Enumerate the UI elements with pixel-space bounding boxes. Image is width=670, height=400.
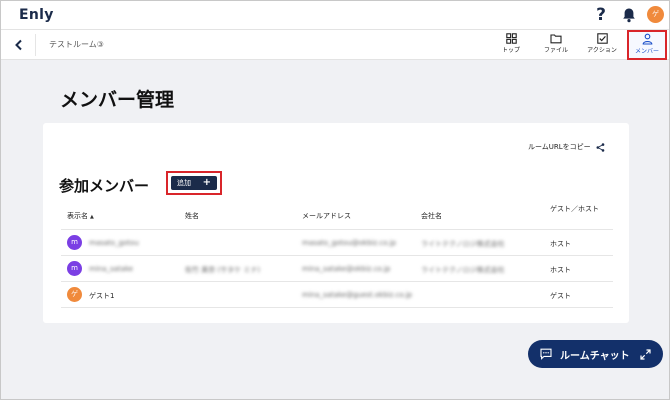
add-member-button[interactable]: 追加 + [171, 176, 217, 190]
nav-tab-members[interactable]: メンバー [627, 30, 667, 60]
user-avatar[interactable]: ゲ [647, 6, 664, 23]
page-title: メンバー管理 [60, 89, 175, 111]
role-cell: ホスト [550, 266, 571, 274]
copy-room-url-label: ルームURLをコピー [528, 143, 591, 151]
help-icon[interactable]: ? [593, 4, 609, 26]
share-icon [596, 142, 605, 152]
display-name-cell: ゲスト1 [89, 292, 115, 300]
column-display-name[interactable]: 表示名 ▲ [67, 211, 94, 221]
section-title: 参加メンバー [59, 177, 150, 195]
divider [35, 34, 36, 56]
email-cell: mina_satake@guest.okbiz.co.jp [302, 291, 413, 299]
email-cell: masato_gotou@okbiz.co.jp [302, 239, 397, 247]
add-button-highlight: 追加 + [166, 171, 222, 195]
nav-tab-files[interactable]: ファイル [536, 32, 576, 58]
nav-tab-label: アクション [587, 47, 617, 54]
table-header: 表示名 ▲ 姓名 メールアドレス 会社名 ゲスト／ホスト [61, 203, 613, 230]
room-chat-button[interactable]: ルームチャット [528, 340, 663, 368]
members-table: 表示名 ▲ 姓名 メールアドレス 会社名 ゲスト／ホスト m masato_got… [61, 203, 613, 308]
nav-tab-label: トップ [501, 47, 520, 54]
nav-tab-actions[interactable]: アクション [582, 32, 622, 58]
chat-bubble-icon [540, 348, 552, 360]
expand-icon [640, 348, 651, 360]
copy-room-url-button[interactable]: ルームURLをコピー [528, 142, 605, 152]
full-name-cell: 佐竹 美奈 (サタケ ミナ) [185, 266, 261, 274]
add-member-label: 追加 [177, 179, 191, 187]
display-name-cell: mina_satake [89, 265, 134, 273]
top-bar: Enly ? ゲ [1, 1, 669, 30]
table-row: m masato_gotou masato_gotou@okbiz.co.jp … [61, 230, 613, 256]
column-label: 表示名 [67, 212, 88, 220]
column-company: 会社名 [421, 212, 442, 220]
room-chat-label: ルームチャット [560, 350, 630, 362]
role-cell: ホスト [550, 240, 571, 248]
company-cell: ライトテクノロジ株式会社 [421, 240, 505, 248]
table-row: ゲ ゲスト1 mina_satake@guest.okbiz.co.jp ゲスト [61, 282, 613, 308]
app-logo[interactable]: Enly [19, 7, 54, 23]
avatar: ゲ [67, 287, 82, 302]
nav-tab-label: メンバー [634, 48, 659, 55]
column-full-name: 姓名 [185, 212, 199, 220]
sort-ascending-icon: ▲ [90, 214, 94, 220]
avatar: m [67, 261, 82, 276]
nav-tab-top[interactable]: トップ [491, 32, 531, 58]
email-cell: mina_satake@okbiz.co.jp [302, 265, 391, 273]
table-row: m mina_satake 佐竹 美奈 (サタケ ミナ) mina_satake… [61, 256, 613, 282]
company-cell: ライトテクノロジ株式会社 [421, 266, 505, 274]
room-name: テストルーム③ [49, 40, 104, 49]
members-card: ルームURLをコピー 参加メンバー 追加 + 表示名 ▲ 姓名 メールアドレス 会… [43, 123, 629, 323]
bell-icon[interactable] [621, 7, 637, 23]
column-guest-host: ゲスト／ホスト [550, 205, 599, 213]
grid-icon [505, 33, 517, 44]
plus-icon: + [202, 177, 211, 188]
nav-tab-label: ファイル [543, 47, 568, 54]
person-icon [642, 33, 652, 45]
display-name-cell: masato_gotou [89, 239, 139, 247]
folder-icon [550, 34, 562, 44]
room-navigation-bar: テストルーム③ トップ ファイル アクション メンバー [1, 30, 669, 60]
avatar: m [67, 235, 82, 250]
column-email: メールアドレス [302, 212, 351, 220]
checkbox-icon [596, 33, 608, 44]
back-arrow-icon[interactable] [12, 38, 26, 52]
role-cell: ゲスト [550, 292, 571, 300]
